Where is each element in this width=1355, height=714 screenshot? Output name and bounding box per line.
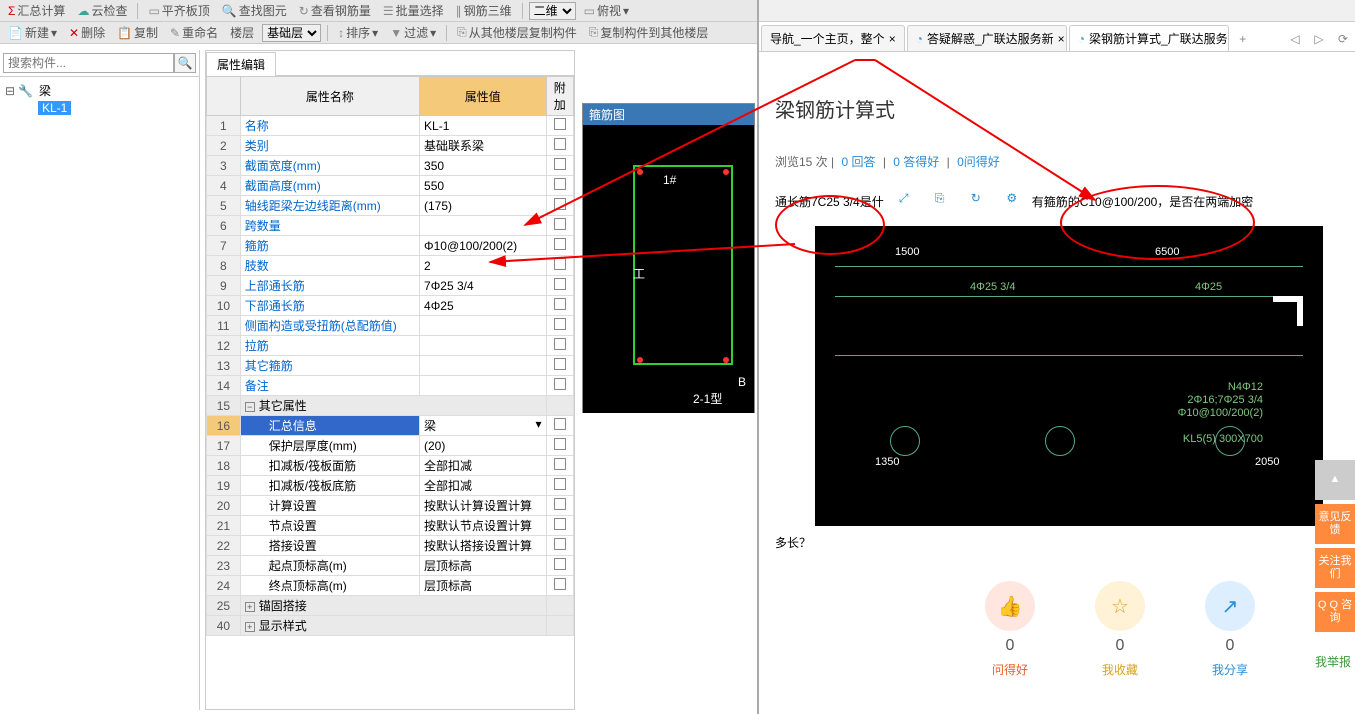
share-icon: ↗	[1205, 581, 1255, 631]
sort-button[interactable]: ↕排序 ▾	[334, 23, 382, 42]
prop-row[interactable]: 17保护层厚度(mm)(20)	[207, 436, 574, 456]
tool-icon[interactable]: ⎘	[930, 188, 950, 208]
question-text-left: 通长筋7C25 3/4是什	[775, 193, 884, 210]
question-tail: 多长？	[775, 534, 1355, 551]
rebar-3d-button[interactable]: ∥钢筋三维	[452, 1, 516, 20]
qq-button[interactable]: Q Q 咨询	[1315, 592, 1355, 632]
sum-calc-button[interactable]: Σ汇总计算	[4, 1, 69, 20]
content-tools: ⤢ ⎘ ↻ ⚙	[894, 182, 1022, 214]
prop-tab[interactable]: 属性编辑	[206, 51, 574, 76]
browser-bookmarks	[759, 0, 1355, 22]
tree-root-beam[interactable]: ⊟🔧梁	[4, 81, 195, 100]
check-rebar-button[interactable]: ↻查看钢筋量	[295, 1, 375, 20]
tab-3[interactable]: ◔梁钢筋计算式_广联达服务×	[1069, 25, 1229, 51]
rename-button[interactable]: ✎重命名	[166, 23, 222, 42]
main-toolbar-2: 📄新建 ▾ ✕删除 📋复制 ✎重命名 楼层 基础层 ↕排序 ▾ ▼过滤 ▾ ⎘从…	[0, 22, 757, 44]
component-tree: ⊟🔧梁 KL-1	[0, 77, 199, 120]
find-element-button[interactable]: 🔍查找图元	[218, 1, 291, 20]
side-float-buttons: ▲ 意见反馈 关注我们 Q Q 咨询	[1315, 460, 1355, 636]
new-tab-button[interactable]: +	[1231, 27, 1255, 51]
stat-good[interactable]: 0 答得好	[893, 155, 939, 169]
stirrup-label-b: B	[738, 375, 746, 389]
page-title: 梁钢筋计算式	[775, 94, 1355, 123]
browser-tabs: 导航_一个主页，整个× ◔答疑解惑_广联达服务新× ◔梁钢筋计算式_广联达服务×…	[759, 22, 1355, 52]
floor-label: 楼层	[226, 23, 258, 42]
prop-row[interactable]: 5轴线距梁左边线距离(mm)(175)	[207, 196, 574, 216]
tool-icon[interactable]: ⤢	[894, 188, 914, 208]
prop-row[interactable]: 1名称KL-1	[207, 116, 574, 136]
prop-row[interactable]: 18扣减板/筏板面筋全部扣减	[207, 456, 574, 476]
stat-reply[interactable]: 0 回答	[841, 155, 875, 169]
stirrup-label-type: 2-1型	[693, 390, 722, 407]
prop-row[interactable]: 9上部通长筋7Φ25 3/4	[207, 276, 574, 296]
prop-row[interactable]: 19扣减板/筏板底筋全部扣减	[207, 476, 574, 496]
tree-item-kl1[interactable]: KL-1	[4, 100, 195, 116]
view-2d-select[interactable]: 二维	[529, 2, 576, 20]
col-value: 属性值	[420, 77, 547, 116]
prop-row[interactable]: 10下部通长筋4Φ25	[207, 296, 574, 316]
page-stats: 浏览15 次 | 0 回答 | 0 答得好 | 0问得好	[775, 153, 1355, 170]
vote-bar: 👍 0 问得好 ☆ 0 我收藏 ↗ 0 我分享 我举报	[775, 581, 1355, 678]
copy-from-floor-button[interactable]: ⎘从其他楼层复制构件	[453, 23, 581, 42]
flat-top-button[interactable]: ▭平齐板顶	[144, 1, 213, 20]
feedback-button[interactable]: 意见反馈	[1315, 504, 1355, 544]
filter-button[interactable]: ▼过滤 ▾	[386, 23, 440, 42]
prop-row[interactable]: 13其它箍筋	[207, 356, 574, 376]
stirrup-label-1: 1#	[663, 173, 676, 187]
prop-row[interactable]: 23起点顶标高(m)层顶标高	[207, 556, 574, 576]
prop-row[interactable]: 7箍筋Φ10@100/200(2)	[207, 236, 574, 256]
floor-select[interactable]: 基础层	[262, 24, 321, 42]
thumbs-up-icon: 👍	[985, 581, 1035, 631]
copy-button[interactable]: 📋复制	[113, 23, 162, 42]
close-icon[interactable]: ×	[889, 32, 896, 46]
tab-1[interactable]: 导航_一个主页，整个×	[761, 25, 905, 51]
col-name: 属性名称	[240, 77, 419, 116]
copy-to-floor-button[interactable]: ⎘复制构件到其他楼层	[585, 23, 713, 42]
batch-select-button[interactable]: ☰批量选择	[379, 1, 448, 20]
col-num	[207, 77, 241, 116]
component-search: 🔍	[0, 50, 199, 77]
prop-row[interactable]: 21节点设置按默认节点设置计算	[207, 516, 574, 536]
vote-ask-good[interactable]: 👍 0 问得好	[985, 581, 1035, 678]
vote-share[interactable]: ↗ 0 我分享	[1205, 581, 1255, 678]
new-button[interactable]: 📄新建 ▾	[4, 23, 61, 42]
main-toolbar-1: Σ汇总计算 ☁云检查 ▭平齐板顶 🔍查找图元 ↻查看钢筋量 ☰批量选择 ∥钢筋三…	[0, 0, 757, 22]
scroll-top-button[interactable]: ▲	[1315, 460, 1355, 500]
prop-row[interactable]: 8肢数2	[207, 256, 574, 276]
prop-row[interactable]: 20计算设置按默认计算设置计算	[207, 496, 574, 516]
follow-button[interactable]: 关注我们	[1315, 548, 1355, 588]
property-table: 属性名称 属性值 附加 1名称KL-12类别基础联系梁3截面宽度(mm)3504…	[206, 76, 574, 636]
stirrup-diagram: 箍筋图 1# 工 B 2-1型	[582, 103, 755, 413]
tool-icon[interactable]: ↻	[966, 188, 986, 208]
stirrup-title: 箍筋图	[583, 104, 754, 125]
prop-row[interactable]: 4截面高度(mm)550	[207, 176, 574, 196]
cloud-check-button[interactable]: ☁云检查	[73, 1, 131, 20]
search-input[interactable]	[3, 53, 174, 73]
search-icon[interactable]: 🔍	[174, 53, 196, 73]
prop-row[interactable]: 11侧面构造或受扭筋(总配筋值)	[207, 316, 574, 336]
nav-refresh-icon[interactable]: ⟳	[1331, 27, 1355, 51]
view-top-button[interactable]: ▭俯视 ▾	[580, 1, 633, 20]
prop-row[interactable]: 6跨数量	[207, 216, 574, 236]
question-text-right: 有箍筋的C10@100/200，是否在两端加密	[1032, 193, 1254, 210]
tab-2[interactable]: ◔答疑解惑_广联达服务新×	[907, 25, 1067, 51]
stat-ask[interactable]: 0问得好	[957, 155, 1000, 169]
col-extra: 附加	[546, 77, 573, 116]
prop-row[interactable]: 2类别基础联系梁	[207, 136, 574, 156]
nav-fwd-icon[interactable]: ▷	[1307, 27, 1331, 51]
prop-row[interactable]: 22搭接设置按默认搭接设置计算	[207, 536, 574, 556]
cad-drawing: 1500 6500 1350 2050 N4Φ12 2Φ16;7Φ25 3/4 …	[775, 226, 1323, 526]
delete-button[interactable]: ✕删除	[65, 23, 109, 42]
vote-favorite[interactable]: ☆ 0 我收藏	[1095, 581, 1145, 678]
prop-row[interactable]: 3截面宽度(mm)350	[207, 156, 574, 176]
close-icon[interactable]: ×	[1058, 32, 1065, 46]
nav-back-icon[interactable]: ◁	[1283, 27, 1307, 51]
prop-row[interactable]: 24终点顶标高(m)层顶标高	[207, 576, 574, 596]
prop-row[interactable]: 12拉筋	[207, 336, 574, 356]
prop-row[interactable]: 14备注	[207, 376, 574, 396]
tool-icon[interactable]: ⚙	[1002, 188, 1022, 208]
star-icon: ☆	[1095, 581, 1145, 631]
